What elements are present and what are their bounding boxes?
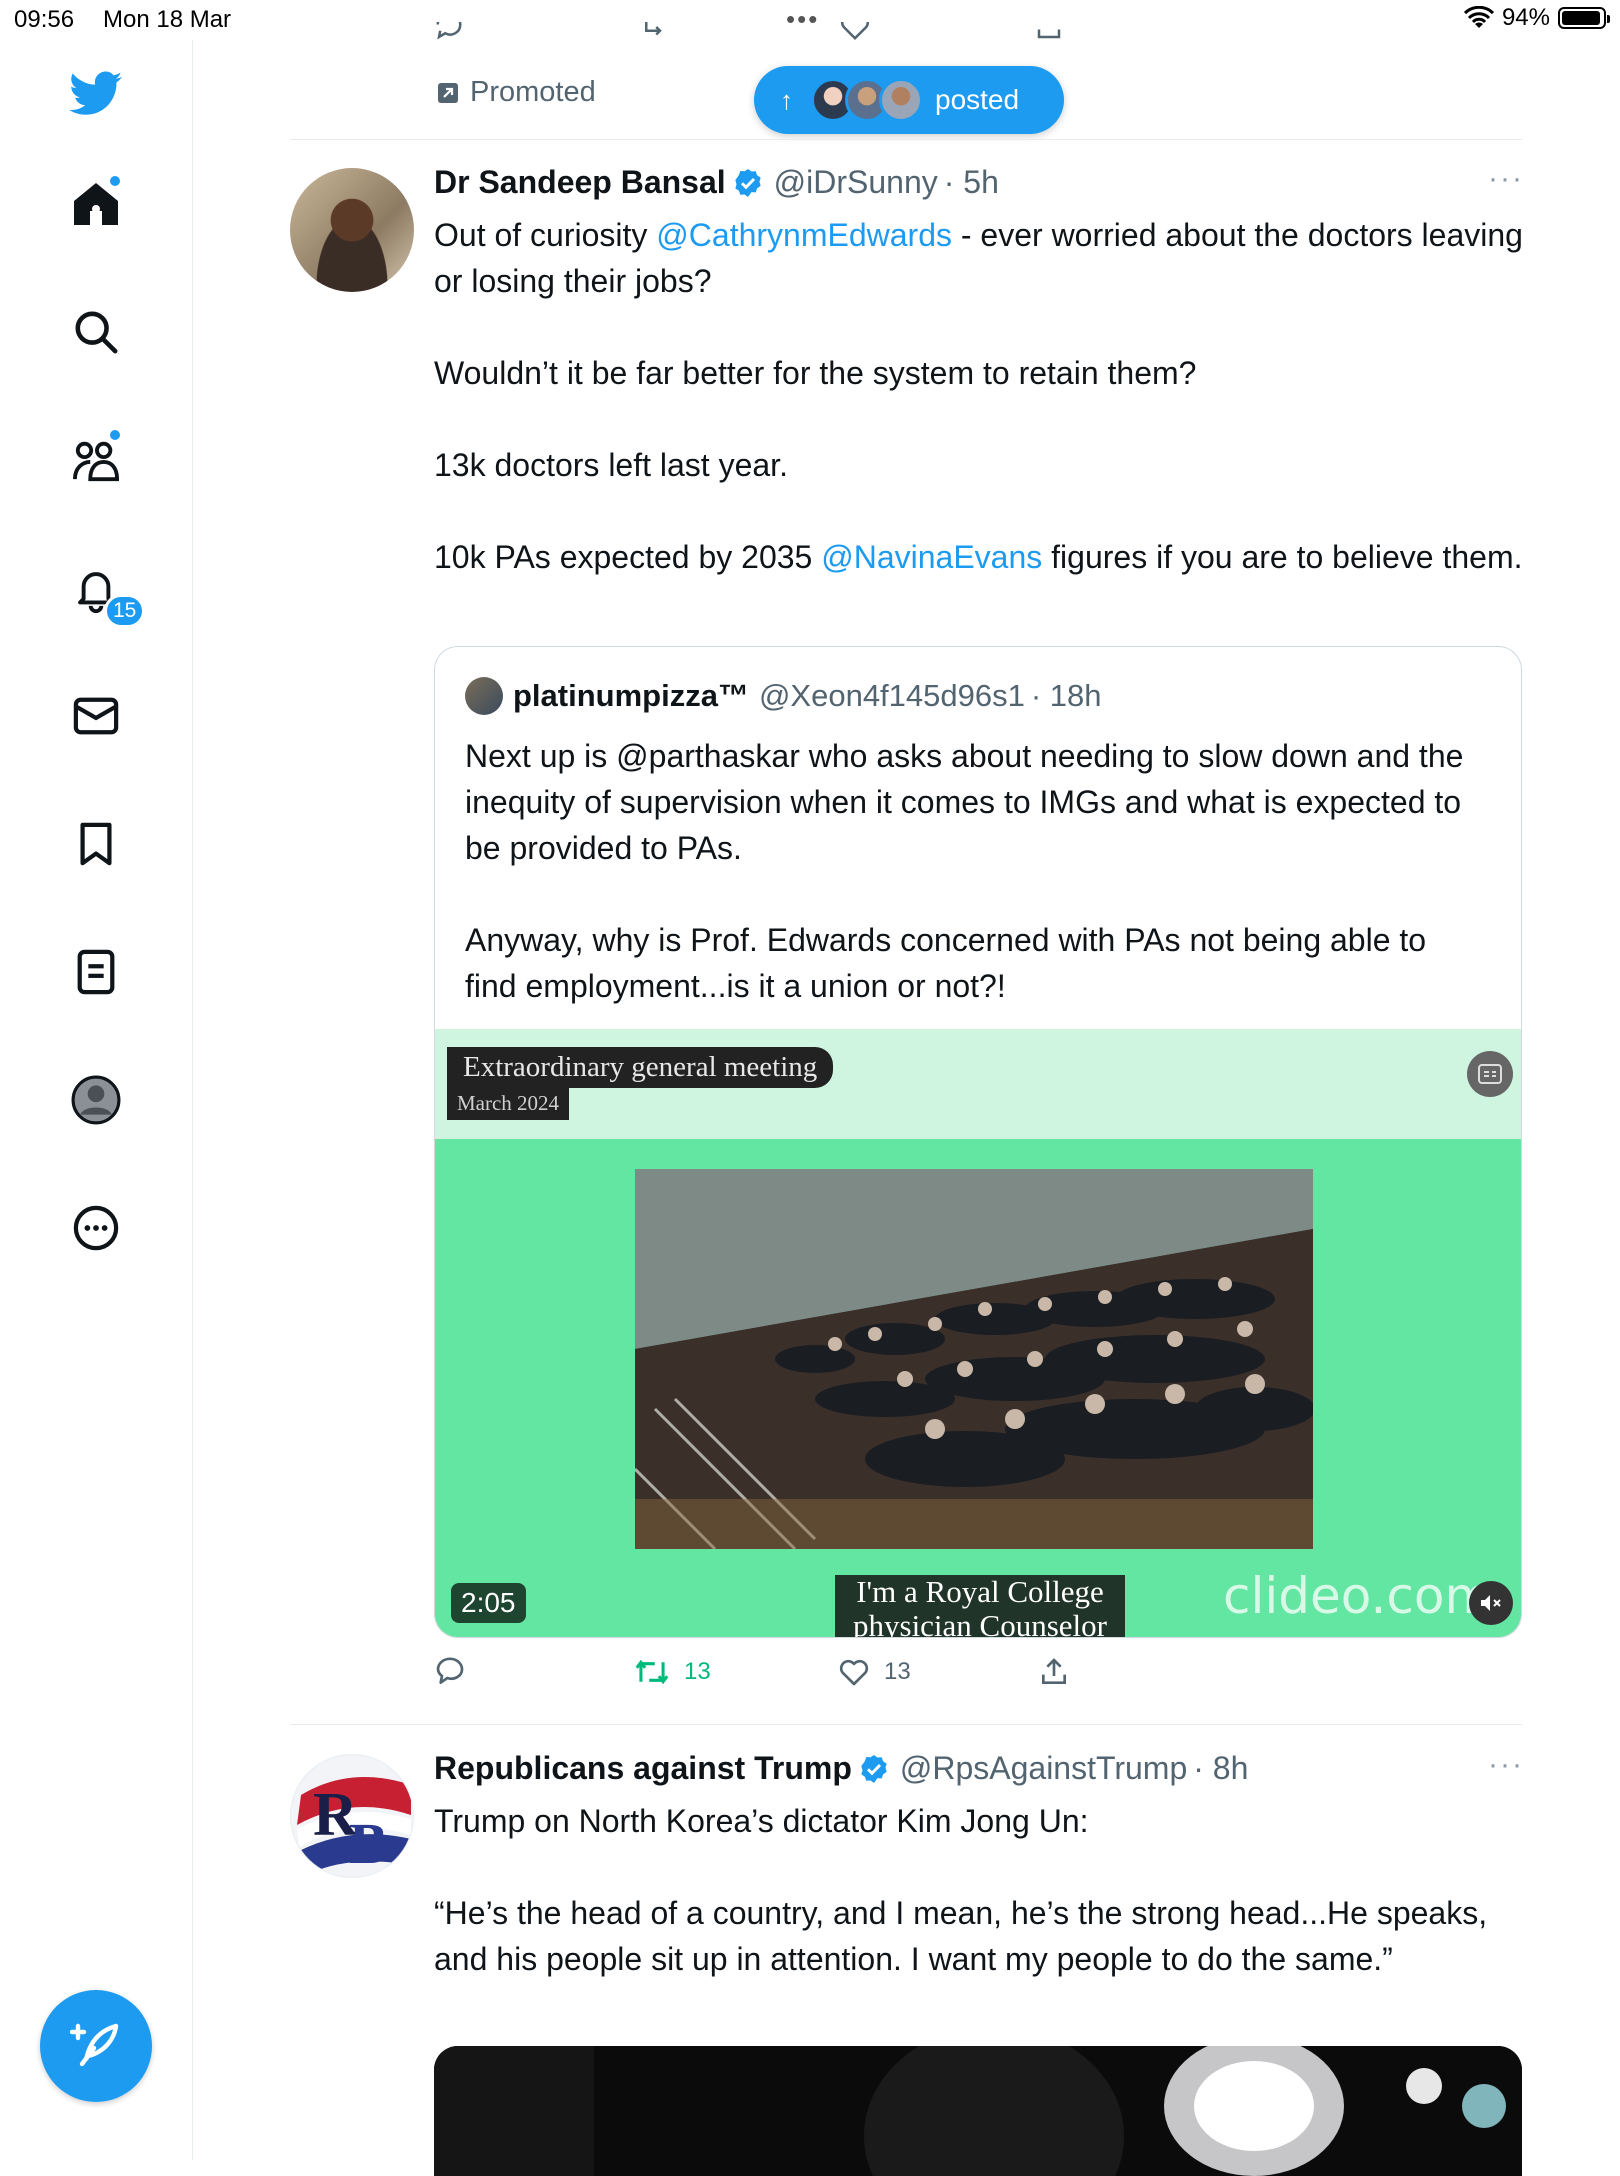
tweet-header: Republicans against Trump @RpsAgainstTru… xyxy=(434,1750,1248,1787)
mention-link[interactable]: @NavinaEvans xyxy=(821,539,1042,575)
video-duration: 2:05 xyxy=(451,1583,526,1623)
video-overlay-title: Extraordinary general meeting xyxy=(447,1047,834,1088)
promoted-arrow-icon xyxy=(438,82,458,103)
search-icon[interactable] xyxy=(66,302,126,362)
tweet-more-icon[interactable]: ··· xyxy=(1488,162,1524,196)
battery-icon xyxy=(1558,7,1610,29)
mention-link[interactable]: @CathrynmEdwards xyxy=(656,217,952,253)
quoted-tweet-time: · 18h xyxy=(1030,678,1102,713)
captions-icon[interactable] xyxy=(1467,1051,1513,1097)
wifi-icon xyxy=(1463,6,1494,28)
tweet-text-p2: Wouldn’t it be far better for the system… xyxy=(434,355,1197,391)
new-posts-label: posted xyxy=(935,84,1020,115)
tweet-time[interactable]: · 8h xyxy=(1193,1750,1248,1787)
verified-badge-icon xyxy=(861,1754,887,1783)
author-handle[interactable]: @iDrSunny xyxy=(774,164,938,201)
tweet-text: Trump on North Korea’s dictator Kim Jong… xyxy=(434,1803,1488,1977)
reply-icon xyxy=(436,1657,464,1684)
reply-button[interactable] xyxy=(434,1656,480,1688)
tweet-text-p4-start: 10k PAs expected by 2035 xyxy=(434,539,822,575)
tweet-author-avatar[interactable]: R B xyxy=(290,1754,414,1878)
quoted-author-avatar xyxy=(465,677,503,715)
quoted-tweet-text: Next up is @parthaskar who asks about ne… xyxy=(465,738,1464,1004)
status-time: 09:56 xyxy=(14,6,75,33)
tweet-text-p3: 13k doctors left last year. xyxy=(434,447,788,483)
quoted-tweet[interactable]: platinumpizza™ @Xeon4f145d96s1 · 18h Nex… xyxy=(434,646,1522,1638)
tweet-text: Out of curiosity @CathrynmEdwards - ever… xyxy=(434,212,1524,304)
communities-icon[interactable] xyxy=(66,430,126,490)
home-icon[interactable] xyxy=(66,174,126,234)
status-date: Mon 18 Mar xyxy=(103,6,232,33)
messages-envelope-icon[interactable] xyxy=(66,686,126,746)
battery-percent: 94% xyxy=(1501,4,1550,31)
retweet-count: 13 xyxy=(684,1658,711,1685)
verified-badge-icon xyxy=(734,168,761,197)
quoted-tweet-header: platinumpizza™ @Xeon4f145d96s1 · 18h xyxy=(465,677,1102,715)
quoted-author-handle: @Xeon4f145d96s1 xyxy=(758,678,1025,713)
home-unread-dot xyxy=(110,176,120,186)
status-right: 94% xyxy=(1463,4,1610,32)
video-player[interactable]: Extraordinary general meeting March 2024 xyxy=(435,1029,1521,1637)
mute-icon[interactable] xyxy=(1469,1581,1513,1625)
like-count: 13 xyxy=(884,1658,911,1685)
profile-avatar-icon[interactable] xyxy=(66,1070,126,1130)
retweet-icon xyxy=(635,1659,669,1685)
more-options-icon[interactable] xyxy=(66,1198,126,1258)
tweet-header: Dr Sandeep Bansal @iDrSunny · 5h xyxy=(434,164,999,201)
tweet-time[interactable]: · 5h xyxy=(944,164,999,201)
tweet-divider xyxy=(290,139,1522,140)
author-handle[interactable]: @RpsAgainstTrump xyxy=(900,1750,1187,1787)
video-watermark: clideo.com xyxy=(1223,1567,1494,1625)
arrow-up-icon: ↑ xyxy=(780,84,793,115)
tweet-divider xyxy=(290,1724,1522,1725)
tweet-actions: 13 13 xyxy=(434,1656,1114,1696)
like-button[interactable]: 13 xyxy=(838,1656,911,1688)
tweet-text-p1: Out of curiosity xyxy=(434,217,657,253)
compose-button[interactable] xyxy=(40,1990,152,2102)
video-frame-image xyxy=(635,1169,1313,1549)
tweet-more-icon[interactable]: ··· xyxy=(1488,1748,1524,1782)
author-name[interactable]: Republicans against Trump xyxy=(434,1750,852,1787)
new-posts-pill[interactable]: ↑ posted xyxy=(754,66,1064,134)
tweet-text-p4: 10k PAs expected by 2035 @NavinaEvans fi… xyxy=(434,534,1524,580)
pill-avatar xyxy=(879,78,923,122)
lists-icon[interactable] xyxy=(66,942,126,1002)
tweet-author-avatar[interactable] xyxy=(290,168,414,292)
author-name[interactable]: Dr Sandeep Bansal xyxy=(434,164,726,201)
share-button[interactable] xyxy=(1038,1656,1070,1688)
tweet-media-image[interactable] xyxy=(434,2046,1522,2176)
video-overlay-subtitle: March 2024 xyxy=(447,1087,570,1120)
previous-tweet-actions xyxy=(434,22,1074,52)
twitter-logo-icon[interactable] xyxy=(66,64,126,124)
compose-feather-icon xyxy=(70,2023,119,2067)
share-icon xyxy=(1042,1658,1066,1684)
notifications-badge: 15 xyxy=(104,594,146,628)
tweet-text-p4-rest: figures if you are to believe them. xyxy=(1042,539,1523,575)
avatar-letter-b: B xyxy=(349,1811,388,1876)
promoted-text: Promoted xyxy=(470,76,596,108)
communities-unread-dot xyxy=(110,430,120,440)
bookmarks-icon[interactable] xyxy=(66,814,126,874)
promoted-label: Promoted xyxy=(436,76,596,109)
sidebar: 15 xyxy=(0,40,193,2160)
quoted-author-name: platinumpizza™ xyxy=(513,678,749,713)
video-caption: I'm a Royal College physician Counselor xyxy=(835,1575,1125,1637)
retweet-button[interactable]: 13 xyxy=(634,1656,711,1688)
heart-icon xyxy=(839,1659,869,1686)
